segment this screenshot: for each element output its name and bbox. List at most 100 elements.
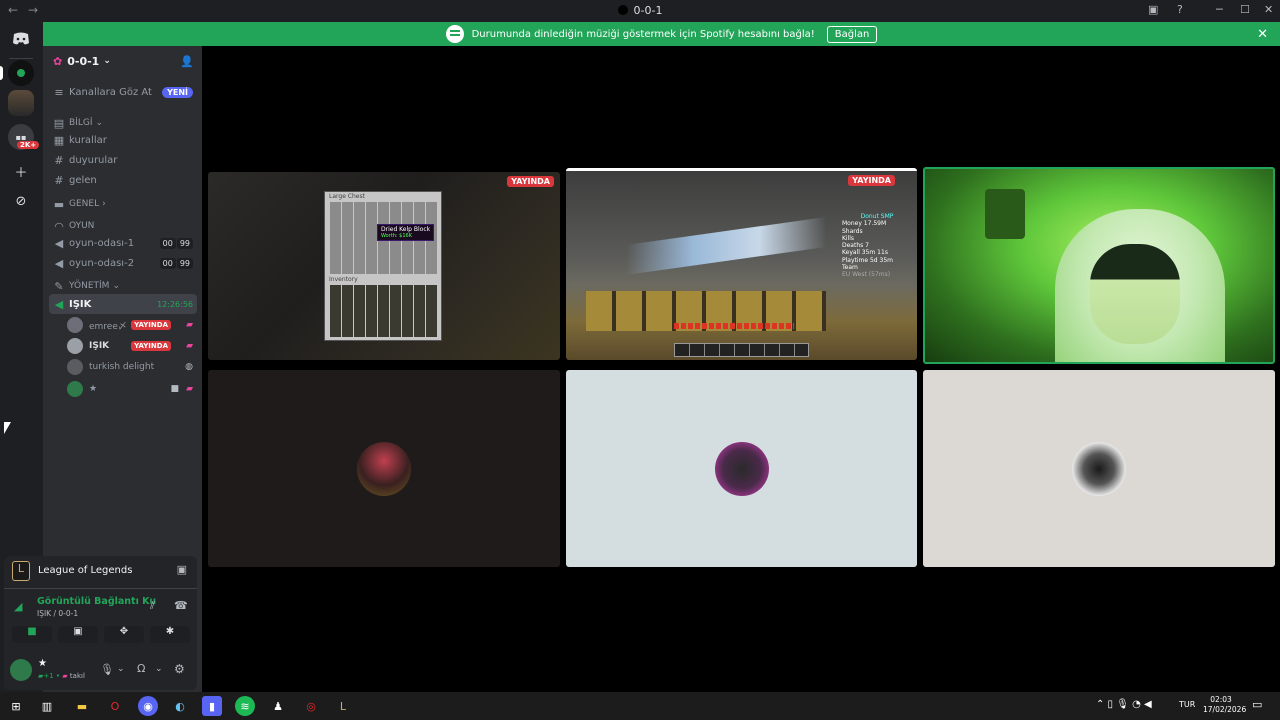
discover-icon[interactable]: ⊘ [8,188,34,214]
avatar [714,441,769,496]
server-avatar-icon[interactable] [8,90,34,116]
chevron-down-icon[interactable]: ⌄ [155,664,163,674]
voice-channel-1[interactable]: ◀ oyun-odası-1 00 99 [49,233,197,253]
server-header[interactable]: ✿ 0-0-1 ⌄ 👤 [43,46,202,76]
connection-channel[interactable]: IŞIK / 0-0-1 [37,609,78,618]
channel-gelen[interactable]: # gelen [49,170,197,190]
window-title: 0-0-1 [0,4,1280,17]
help-icon[interactable]: ? [1177,3,1183,16]
discord-home-icon[interactable] [8,26,34,52]
minimize-button[interactable]: ─ [1216,3,1223,16]
category-genel[interactable]: ▬ GENEL › [49,194,197,214]
task-view-icon[interactable]: ▥ [37,696,57,716]
channel-label: duyurular [69,154,118,166]
chevron-right-icon: › [102,199,106,209]
live-badge: YAYINDA [507,176,554,187]
user-panel: L League of Legends ▣ ◢ Görüntülü Bağlan… [4,556,197,690]
headphones-icon[interactable]: Ω [137,662,145,675]
avatar [357,441,411,496]
inbox-icon[interactable]: ▣ [1148,3,1158,16]
participant-tile[interactable] [208,370,560,567]
activity-icon[interactable]: ▣ [177,563,187,576]
stream-tile-isik[interactable]: YAYINDA Donut SMP Money 17.59M Shards Ki… [566,168,917,360]
rules-icon: ▦ [53,133,65,147]
server-boost-icon: ✿ [53,54,63,68]
chevron-down-icon[interactable]: ⌄ [117,664,125,674]
voice-user[interactable]: emree〆 YAYINDA ▰ [67,316,195,334]
signal-icon: ◢ [14,600,23,613]
speaker-icon: ◀ [54,256,64,270]
browse-channels[interactable]: ≡ Kanallara Göz At YENİ [49,82,197,102]
activities-button[interactable]: ✥ [104,626,144,643]
file-explorer-icon[interactable]: ▬ [72,696,92,716]
channel-duyurular[interactable]: # duyurular [49,150,197,170]
soundboard-button[interactable]: ✱ [150,626,190,643]
tray-icons[interactable]: ⌃ ▯ 🎙 ◔ ◀ [1096,699,1152,710]
voice-user[interactable]: IŞIK YAYINDA ▰ [67,337,195,355]
avatar [67,338,83,354]
disconnect-icon[interactable]: ☎ [174,599,188,612]
windows-start-icon[interactable]: ⊞ [6,696,26,716]
participant-tile[interactable] [923,370,1275,567]
spotify-banner: Durumunda dinlediğin müziği göstermek iç… [43,22,1280,46]
user-name: ★ [89,384,98,394]
controller-icon: ◠ [54,219,64,233]
mouse-cursor [4,422,11,434]
status-icons: ▰+1 • [38,672,63,680]
user-limit: 00 99 [159,237,193,249]
settings-gear-icon[interactable]: ⚙ [174,662,185,676]
participant-tile[interactable] [566,370,917,567]
app-icon[interactable]: ◎ [301,696,321,716]
league-icon: L [12,561,30,581]
maximize-button[interactable]: ☐ [1240,3,1250,16]
mention-badge: 2K+ [17,141,40,149]
spotify-icon [445,25,464,43]
live-badge: YAYINDA [131,341,171,351]
app-icon[interactable]: ▮ [202,696,222,716]
inventory-slots [330,285,438,337]
hash-icon: # [54,153,64,167]
invite-icon[interactable]: 👤 [180,55,194,68]
my-status: takıl [69,672,85,680]
banner-text: Durumunda dinlediğin müziği göstermek iç… [471,28,815,40]
mic-icon[interactable]: 🎙 [100,663,114,676]
gamepad-icon: ▰ [186,384,193,394]
connect-button[interactable]: Bağlan [826,25,878,43]
my-name[interactable]: ★ [38,658,47,669]
speaker-icon: ◀ [54,297,64,311]
voice-user[interactable]: turkish delight ◍ [67,358,195,376]
rail-divider [9,58,33,59]
camera-icon: ■ [170,384,179,394]
channel-kurallar[interactable]: ▦ kurallar [49,130,197,150]
camera-button[interactable]: ■ [12,626,52,643]
notification-icon[interactable]: ▭ [1252,698,1262,711]
league-taskbar-icon[interactable]: L [333,696,353,716]
spotify-taskbar-icon[interactable]: ≋ [235,696,255,716]
windows-taskbar: ⊞ ▥ ▬ O ◉ ◐ ▮ ≋ ♟ ◎ L ⌃ ▯ 🎙 ◔ ◀ TUR 02:0… [0,692,1280,720]
opera-icon[interactable]: O [105,696,125,716]
server-name: 0-0-1 [67,54,100,68]
voice-channel-2[interactable]: ◀ oyun-odası-2 00 99 [49,253,197,273]
server-0-0-1-icon[interactable] [8,60,34,86]
chevron-down-icon: ⌄ [103,56,111,66]
connection-status[interactable]: Görüntülü Bağlantı Ku [37,596,156,607]
close-banner-icon[interactable]: ✕ [1257,27,1268,42]
user-name: IŞIK [89,341,110,351]
chat-bubble-icon: ◍ [185,362,193,372]
clock[interactable]: 02:03 17/02/2026 [1203,695,1246,715]
screen-share-button[interactable]: ▣ [58,626,98,643]
language-indicator[interactable]: TUR [1179,700,1195,709]
list-icon: ≡ [54,85,64,99]
voice-user[interactable]: ★ ■ ▰ [67,380,195,398]
category-yonetim[interactable]: ✎ YÖNETİM ⌄ [49,276,197,296]
my-avatar[interactable] [10,659,32,681]
stream-tile-emree[interactable]: YAYINDA Large Chest Inventory Dried Kelp… [208,172,560,360]
close-window-button[interactable]: ✕ [1264,3,1273,16]
camera-tile[interactable] [923,167,1275,364]
add-server-icon[interactable]: ＋ [8,158,34,184]
voice-channel-active[interactable]: ◀ IŞIK 12:26:56 [49,294,197,314]
app-icon[interactable]: ♟ [268,696,288,716]
discord-taskbar-icon[interactable]: ◉ [138,696,158,716]
noise-suppression-icon[interactable]: ⫽ [150,599,155,613]
steam-icon[interactable]: ◐ [170,696,190,716]
